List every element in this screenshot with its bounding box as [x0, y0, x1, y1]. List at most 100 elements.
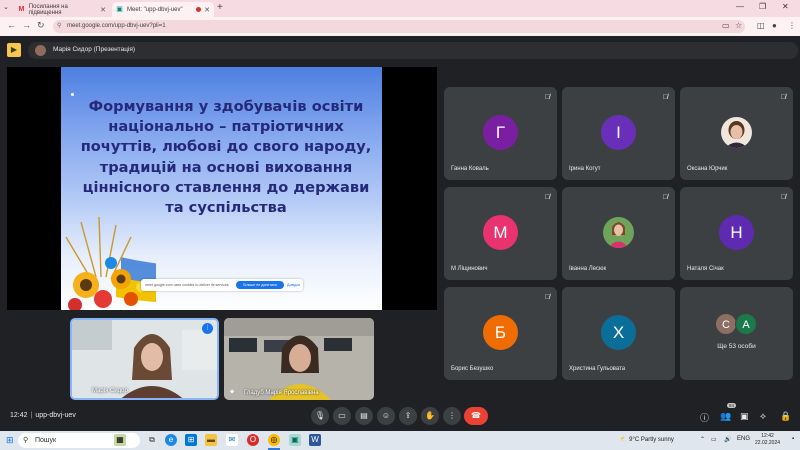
weather-widget[interactable]: ⛅ 9°C Partly sunny	[620, 436, 674, 443]
windows-start-icon[interactable]: ⊞	[6, 435, 14, 446]
participant-tile[interactable]: 🎙̸ Оксана Юрчик	[680, 87, 793, 180]
bookmark-star-icon[interactable]: ☆	[735, 21, 742, 30]
participant-name: Христина Гульовата	[569, 366, 626, 372]
maximize-icon[interactable]: ❐	[759, 2, 766, 11]
close-icon[interactable]: ✕	[204, 6, 210, 14]
pin-icon[interactable]: ⬥	[230, 389, 234, 396]
meeting-controls: 12:42 | upp-dbvj-uev 🎙 ▭ ▤ ☺ ⇪ ✋ ⋮ ☎ ⓘ 64 …	[0, 401, 800, 431]
meet-header: ▶ Марія Сидор (Презентація)	[0, 36, 800, 66]
microphone-icon[interactable]: 🎙	[311, 407, 329, 425]
presentation-icon[interactable]: ▶	[7, 43, 21, 57]
site-info-icon[interactable]: ⚲	[57, 20, 61, 33]
consent-help-link[interactable]: Довідка	[287, 283, 300, 287]
participant-name: Наталя Січак	[687, 266, 724, 272]
presenter-chip[interactable]: Марія Сидор (Презентація)	[28, 42, 798, 59]
more-participants-label: Ще 53 особи	[717, 343, 756, 350]
avatar: Г	[483, 115, 518, 150]
separator: |	[30, 412, 33, 419]
clock-time: 12:42	[761, 433, 774, 439]
tab-gmail[interactable]: M Посилання на підвищення ✕	[14, 2, 110, 17]
camera-icon[interactable]: ▭	[333, 407, 351, 425]
presentation-slide: Формування у здобувачів освіти національ…	[61, 67, 382, 310]
tray-chevron-icon[interactable]: ⌃	[700, 436, 705, 443]
chrome-icon[interactable]: ◎	[268, 434, 280, 446]
avatar: С	[715, 313, 737, 335]
end-call-button[interactable]: ☎	[464, 407, 488, 425]
search-placeholder: Пошук	[35, 437, 57, 444]
opera-icon[interactable]: O	[247, 434, 259, 446]
search-highlight-icon[interactable]: ▦	[114, 434, 126, 446]
search-icon: ⚲	[23, 437, 29, 444]
people-count-badge: 64	[727, 403, 737, 408]
url-text: meet.google.com/upp-dbvj-uev?pli=1	[67, 23, 166, 29]
presentation-stage[interactable]: Формування у здобувачів освіти національ…	[7, 67, 437, 310]
mic-off-icon: 🎙̸	[544, 94, 550, 101]
meet-app-icon[interactable]: ▣	[289, 434, 301, 446]
tile-name: Марія Сидор	[92, 388, 128, 394]
more-options-icon[interactable]: ⋮	[443, 407, 461, 425]
tab-meet[interactable]: ▣ Meet: "upp-dbvj-uev" ✕	[112, 2, 214, 17]
video-tile-self[interactable]: ⋮ Марія Сидор	[70, 318, 219, 400]
address-bar-row: ← → ↻ ⚲ meet.google.com/upp-dbvj-uev?pli…	[0, 17, 800, 36]
task-view-icon[interactable]: ⧉	[146, 434, 158, 446]
participant-tile[interactable]: 🎙̸ Г Ганна Коваль	[444, 87, 557, 180]
participant-tile[interactable]: 🎙̸ Б Борис Безушко	[444, 287, 557, 380]
volume-icon[interactable]: 🔊	[724, 436, 731, 443]
forward-icon[interactable]: →	[22, 20, 31, 30]
activities-icon[interactable]: ⟡	[760, 411, 766, 422]
people-icon[interactable]: 👥	[720, 411, 731, 422]
file-explorer-icon[interactable]: ▬	[205, 434, 217, 446]
avatar: М	[483, 215, 518, 250]
participant-name: Оксана Юрчик	[687, 166, 728, 172]
avatar	[603, 217, 634, 248]
more-participants-tile[interactable]: С А Ще 53 особи	[680, 287, 793, 380]
participant-tile[interactable]: 🎙̸ Іванна Лесюк	[562, 187, 675, 280]
participant-name: Борис Безушко	[451, 366, 494, 372]
minimize-icon[interactable]: —	[736, 2, 744, 11]
participant-name: Ірина Когут	[569, 166, 601, 172]
taskbar-clock[interactable]: 12:42 22.02.2024	[755, 433, 780, 447]
present-screen-icon[interactable]: ⇪	[399, 407, 417, 425]
notifications-icon[interactable]: ▪	[792, 436, 794, 442]
close-window-icon[interactable]: ✕	[782, 2, 789, 11]
avatar	[35, 45, 46, 56]
captions-icon[interactable]: ▤	[355, 407, 373, 425]
mic-off-icon: 🎙̸	[662, 194, 668, 201]
mic-off-icon: 🎙̸	[544, 294, 550, 301]
presenter-label: Марія Сидор (Презентація)	[53, 46, 136, 53]
browser-menu-icon[interactable]: ⋮	[788, 21, 796, 30]
emoji-icon[interactable]: ☺	[377, 407, 395, 425]
language-indicator[interactable]: ENG	[737, 436, 750, 442]
word-icon[interactable]: W	[309, 434, 321, 446]
chat-icon[interactable]: ▣	[740, 411, 749, 422]
profile-icon[interactable]: ●	[772, 21, 777, 30]
url-field[interactable]: ⚲ meet.google.com/upp-dbvj-uev?pli=1	[53, 20, 745, 33]
avatar: Х	[601, 315, 636, 350]
participant-tile[interactable]: 🎙̸ Н Наталя Січак	[680, 187, 793, 280]
cookie-consent-bar: meet.google.com uses cookies to deliver …	[141, 279, 303, 291]
avatar: І	[601, 115, 636, 150]
participant-tile[interactable]: Х Христина Гульовата	[562, 287, 675, 380]
consent-ok-button[interactable]: Більше не допитися	[236, 281, 284, 289]
back-icon[interactable]: ←	[7, 20, 16, 30]
store-icon[interactable]: ⊞	[185, 434, 197, 446]
participant-tile[interactable]: 🎙̸ М М Ліщинович	[444, 187, 557, 280]
mail-icon[interactable]: ✉	[226, 434, 238, 446]
network-icon[interactable]: ▭	[711, 436, 717, 443]
new-tab-button[interactable]: +	[217, 2, 223, 13]
participant-tile[interactable]: 🎙̸ І Ірина Когут	[562, 87, 675, 180]
tile-name: Гладуб Марія Ярославівна	[244, 390, 319, 396]
meeting-details-icon[interactable]: ⓘ	[700, 411, 709, 424]
reload-icon[interactable]: ↻	[37, 20, 45, 31]
host-controls-icon[interactable]: 🔒	[780, 411, 791, 422]
video-tile-pinned[interactable]: ⬥ Гладуб Марія Ярославівна	[224, 318, 374, 400]
participant-name: Іванна Лесюк	[569, 266, 607, 272]
tab-search-icon[interactable]: ⌄	[3, 3, 9, 11]
sidebar-icon[interactable]: ◫	[757, 21, 765, 30]
raise-hand-icon[interactable]: ✋	[421, 407, 439, 425]
meeting-info: 12:42 | upp-dbvj-uev	[10, 412, 76, 419]
close-icon[interactable]: ✕	[100, 6, 106, 14]
edge-icon[interactable]: e	[165, 434, 177, 446]
camera-in-use-icon[interactable]: ▭	[722, 21, 730, 30]
gmail-icon: M	[18, 6, 25, 13]
